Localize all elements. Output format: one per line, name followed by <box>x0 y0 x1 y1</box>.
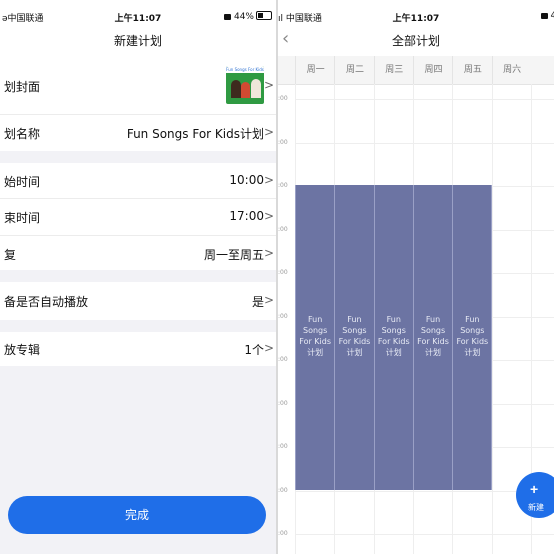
day-header: 周二 <box>334 56 374 84</box>
day-header: 周一 <box>295 56 335 84</box>
section-gap <box>0 320 276 332</box>
day-header: 周四 <box>412 56 453 84</box>
auto-play-value: 是 <box>251 295 264 309</box>
grid-row-line <box>295 142 554 144</box>
chevron-right-icon: > <box>263 78 274 92</box>
plan-block-label: Fun Songs For Kids 计划 <box>338 314 371 357</box>
plan-block[interactable]: Fun Songs For Kids 计划 <box>334 185 375 490</box>
day-header: 周六 <box>491 56 532 84</box>
plan-block-label: Fun Songs For Kids 计划 <box>299 314 332 357</box>
album-label: 放专辑 <box>4 343 41 357</box>
page-title: 全部计划 <box>391 34 440 48</box>
grid-row-line <box>295 99 554 100</box>
start-time-label: 始时间 <box>4 175 41 189</box>
chevron-right-icon: > <box>263 246 274 260</box>
plan-name-row[interactable]: 划名称 Fun Songs For Kids计划 > <box>0 115 276 151</box>
plan-block-label: Fun Songs For Kids 计划 <box>417 314 449 357</box>
page-title: 新建计划 <box>113 34 162 48</box>
battery-icon <box>256 11 272 20</box>
status-right: 44% <box>223 11 272 22</box>
cover-title: Fun Songs For Kids <box>226 66 264 73</box>
all-plans-screen: ıl 中国联通 上午11:07 44 ‹ 全部计划 周一周二周三周四周五周六 :… <box>278 0 554 554</box>
section-gap <box>0 270 276 282</box>
repeat-value: 周一至周五 <box>203 248 264 262</box>
grid-row-line <box>295 534 554 535</box>
time-label: :00 <box>278 443 288 450</box>
new-plan-label: 新建 <box>528 503 544 512</box>
cover-figure-icon <box>241 82 250 98</box>
done-button[interactable]: 完成 <box>8 496 266 534</box>
time-label: :00 <box>278 182 288 189</box>
chevron-right-icon: > <box>263 209 274 223</box>
chevron-right-icon: > <box>263 293 274 307</box>
album-value: 1个 <box>244 343 264 357</box>
section-gap <box>0 151 276 163</box>
repeat-row[interactable]: 复 周一至周五 > <box>0 236 276 270</box>
auto-play-row[interactable]: 备是否自动播放 是 > <box>0 282 276 320</box>
add-calendar-icon: + <box>530 481 539 497</box>
end-time-label: 束时间 <box>4 211 41 225</box>
chevron-right-icon: > <box>263 125 274 139</box>
status-right: 44 <box>540 11 554 21</box>
orientation-lock-icon <box>540 13 548 19</box>
orientation-lock-icon <box>223 14 231 20</box>
week-header: 周一 周二 周三 周四 周五 周六 <box>278 56 554 85</box>
chevron-right-icon: > <box>263 173 274 187</box>
end-time-value: 17:00 <box>229 209 264 223</box>
start-time-row[interactable]: 始时间 10:00 > <box>0 163 276 198</box>
plan-block-label: Fun Songs For Kids 计划 <box>377 314 410 357</box>
album-row[interactable]: 放专辑 1个 > <box>0 332 276 366</box>
battery-percent: 44% <box>233 12 254 22</box>
time-label: :00 <box>278 356 288 363</box>
cover-image[interactable]: Fun Songs For Kids <box>226 66 264 104</box>
plan-block[interactable]: Fun Songs For Kids 计划 <box>412 185 454 490</box>
auto-play-label: 备是否自动播放 <box>4 295 89 309</box>
plan-block[interactable]: Fun Songs For Kids 计划 <box>452 185 493 490</box>
status-time: 上午11:07 <box>392 14 440 24</box>
schedule-grid: :00 :00 :00 :00 :00 :00 :00 :00 :00 :00 :00 Fun Song… <box>278 84 554 554</box>
time-label: :00 <box>278 225 288 233</box>
chevron-right-icon: > <box>263 341 274 355</box>
time-label: :00 <box>278 95 288 102</box>
cover-figure-icon <box>251 79 261 98</box>
time-label: :00 <box>278 399 288 407</box>
status-bar: ıl 中国联通 上午11:07 44 <box>278 0 554 34</box>
plan-block-label: Fun Songs For Kids 计划 <box>456 314 489 357</box>
cover-label: 划封面 <box>4 80 41 94</box>
day-header: 周五 <box>452 56 492 84</box>
plan-block[interactable]: Fun Songs For Kids 计划 <box>295 185 336 490</box>
status-bar: ə中国联通 上午11:07 44% <box>0 0 276 34</box>
repeat-label: 复 <box>4 248 17 262</box>
time-label: :00 <box>278 312 288 320</box>
new-plan-button[interactable]: + 新建 <box>516 472 554 518</box>
cover-figure-icon <box>231 80 241 98</box>
grid-row-line <box>295 490 554 492</box>
time-label: :00 <box>278 138 288 146</box>
plan-block[interactable]: Fun Songs For Kids 计划 <box>373 185 414 490</box>
time-label: :00 <box>278 530 288 537</box>
new-plan-screen: ə中国联通 上午11:07 44% 新建计划 划封面 > Fun Songs F… <box>0 0 276 554</box>
plan-name-value: Fun Songs For Kids计划 <box>126 127 264 141</box>
plan-name-label: 划名称 <box>4 127 41 141</box>
start-time-value: 10:00 <box>229 173 264 187</box>
time-label: :00 <box>278 486 288 494</box>
time-label: :00 <box>278 269 288 276</box>
end-time-row[interactable]: 束时间 17:00 > <box>0 199 276 235</box>
day-header: 周三 <box>373 56 414 84</box>
battery-percent: 44 <box>550 11 554 21</box>
